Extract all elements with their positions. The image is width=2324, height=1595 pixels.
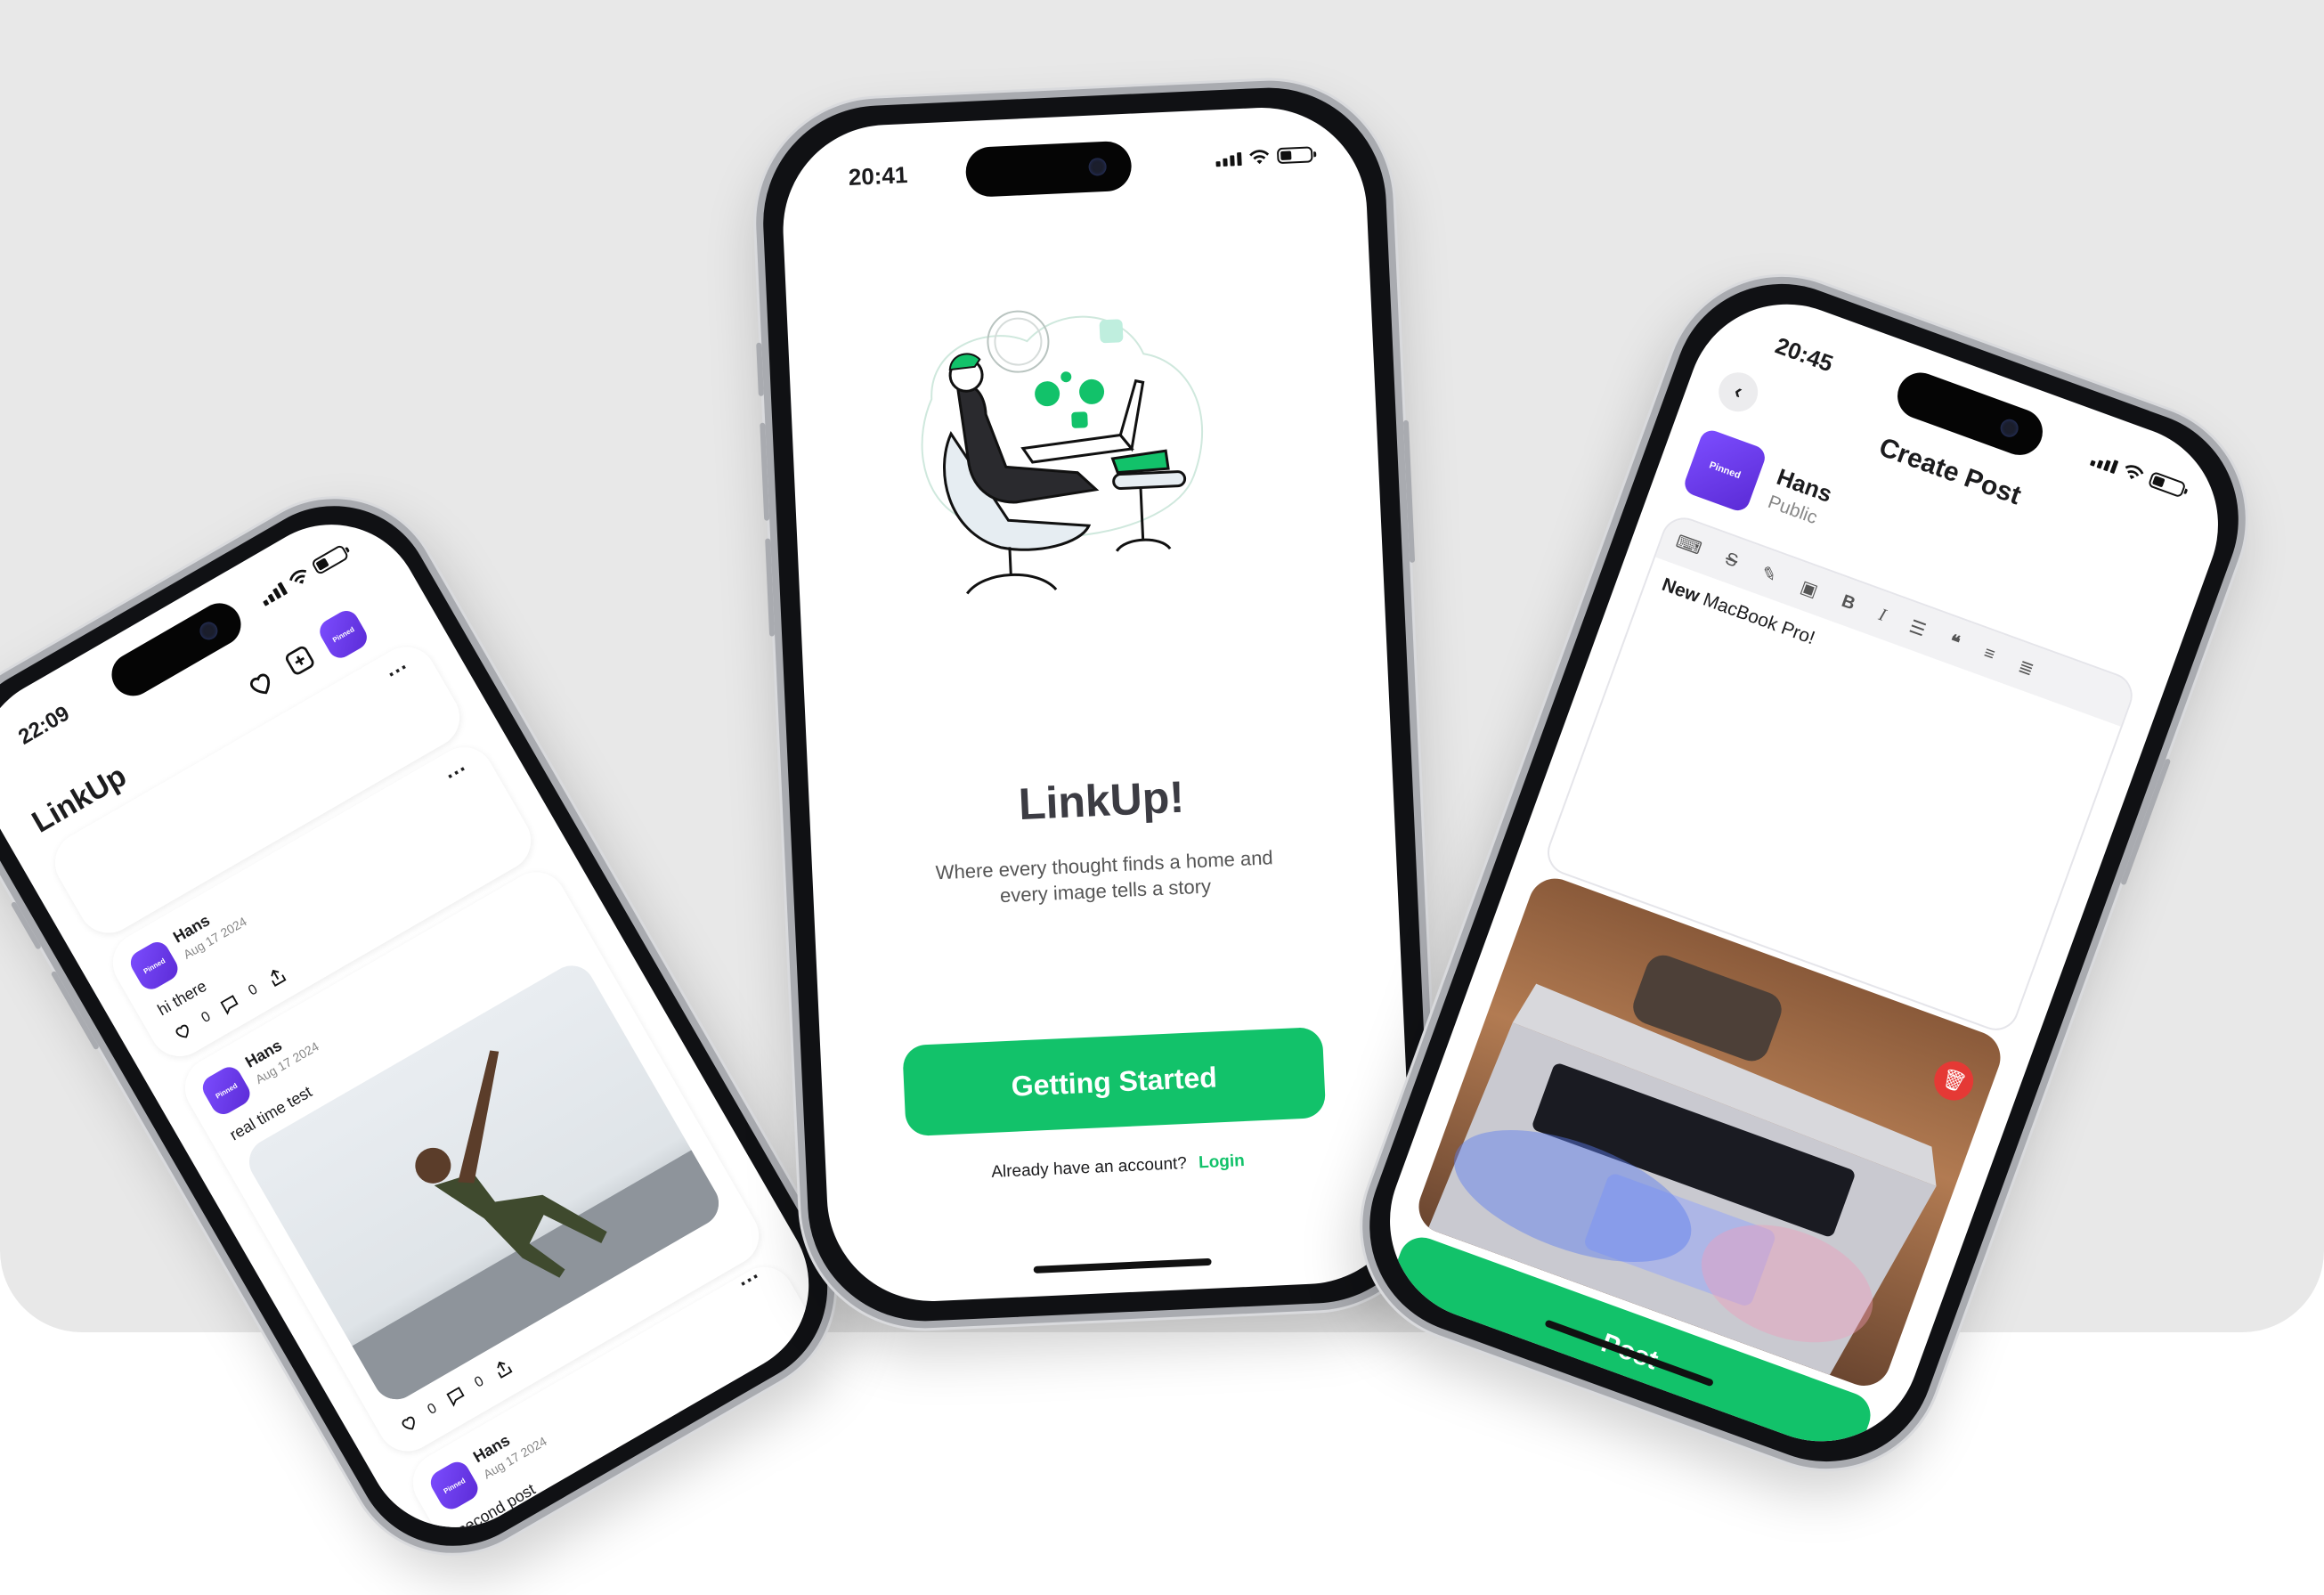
welcome-title: LinkUp! — [1017, 771, 1186, 830]
dynamic-island — [964, 140, 1133, 199]
welcome-illustration — [921, 310, 1203, 595]
more-options-icon[interactable]: ··· — [442, 757, 473, 789]
trash-icon: 🗑 — [1938, 1065, 1970, 1095]
status-icons — [257, 543, 350, 606]
list-icon[interactable]: ☰ — [1906, 614, 1929, 641]
more-options-icon[interactable]: ··· — [735, 1265, 766, 1297]
editor-toolbar: ⌨ S ✎ ▣ B I ☰ ❝ ≡ ≣ — [1655, 513, 2137, 727]
add-post-icon[interactable] — [280, 641, 320, 680]
share-icon[interactable] — [489, 1355, 517, 1383]
strikethrough-icon[interactable]: S — [1722, 549, 1741, 572]
like-count: 0 — [199, 1008, 214, 1027]
status-icons — [1215, 146, 1313, 167]
signal-icon — [1215, 152, 1242, 167]
comment-icon[interactable] — [442, 1382, 470, 1410]
welcome-screen: 20:41 LinkUp! Where every thought finds … — [778, 102, 1416, 1306]
like-icon[interactable] — [168, 1018, 197, 1046]
getting-started-button[interactable]: Getting Started — [902, 1026, 1327, 1137]
comment-count: 0 — [472, 1373, 487, 1391]
signal-icon — [259, 582, 288, 606]
phone-welcome: 20:41 LinkUp! Where every thought finds … — [751, 75, 1443, 1334]
wifi-icon — [2125, 465, 2144, 479]
battery-icon — [2147, 470, 2187, 499]
bold-icon[interactable]: B — [1839, 590, 1857, 614]
status-time: 22:09 — [14, 701, 74, 750]
status-time: 20:41 — [848, 161, 908, 191]
wifi-icon — [1249, 150, 1270, 165]
welcome-subtitle: Where every thought finds a home and eve… — [865, 842, 1345, 915]
comment-icon[interactable] — [215, 990, 244, 1018]
login-link[interactable]: Login — [1199, 1151, 1246, 1172]
author-avatar: Pinned — [426, 1457, 483, 1514]
like-count: 0 — [425, 1400, 440, 1419]
align-center-icon[interactable]: ≣ — [2016, 655, 2037, 680]
heart-icon[interactable] — [240, 663, 281, 704]
login-prompt: Already have an account? — [990, 1153, 1188, 1182]
share-icon[interactable] — [263, 964, 291, 991]
user-avatar: Pinned — [1681, 427, 1768, 515]
home-indicator[interactable] — [1033, 1257, 1212, 1274]
like-icon[interactable] — [394, 1410, 423, 1437]
keyboard-icon[interactable]: ⌨ — [1673, 530, 1705, 559]
battery-icon — [1276, 146, 1313, 165]
login-row: Already have an account? Login — [825, 1144, 1410, 1191]
align-left-icon[interactable]: ≡ — [1981, 643, 1997, 666]
more-options-icon[interactable]: ··· — [383, 655, 414, 688]
image-icon[interactable]: ▣ — [1798, 575, 1821, 602]
eraser-icon[interactable]: ✎ — [1759, 561, 1780, 587]
battery-icon — [310, 543, 350, 576]
dynamic-island — [103, 595, 249, 704]
comment-count: 0 — [246, 981, 261, 999]
signal-icon — [2089, 452, 2119, 475]
italic-icon[interactable]: I — [1876, 605, 1889, 626]
status-time: 20:45 — [1771, 331, 1837, 378]
author-avatar: Pinned — [198, 1062, 255, 1119]
status-icons — [2089, 450, 2187, 499]
wifi-icon — [289, 569, 307, 584]
profile-avatar[interactable]: Pinned — [315, 606, 372, 663]
quote-icon[interactable]: ❝ — [1946, 630, 1963, 654]
author-avatar: Pinned — [126, 937, 183, 994]
